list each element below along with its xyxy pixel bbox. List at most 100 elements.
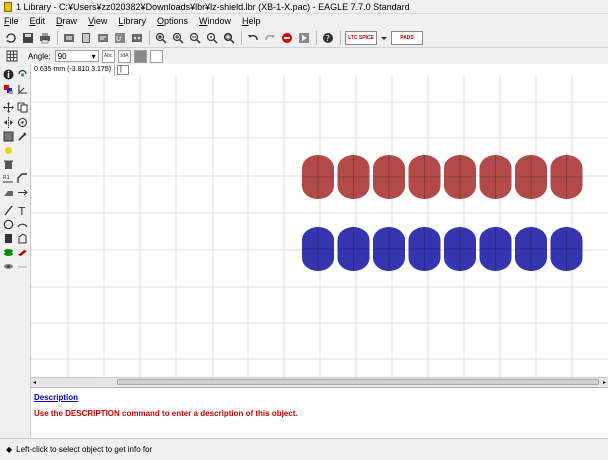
hole-icon[interactable] bbox=[2, 260, 15, 273]
scrollbar-thumb[interactable] bbox=[117, 379, 599, 385]
mirror-icon[interactable] bbox=[2, 116, 15, 129]
copy-icon[interactable] bbox=[16, 101, 29, 114]
zoom-fit-icon[interactable] bbox=[154, 31, 168, 45]
bottom-pad[interactable] bbox=[302, 227, 334, 271]
smd-pad-shape-button[interactable] bbox=[133, 49, 147, 63]
grid-icon[interactable] bbox=[5, 49, 19, 63]
svg-text:R1: R1 bbox=[3, 175, 10, 181]
bottom-pad[interactable] bbox=[444, 227, 476, 271]
svg-text:T: T bbox=[18, 205, 26, 216]
angle-value: 90 bbox=[57, 51, 67, 61]
menu-window[interactable]: Window bbox=[199, 16, 231, 26]
menu-view[interactable]: View bbox=[88, 16, 107, 26]
mark-icon[interactable] bbox=[16, 83, 29, 96]
info-icon[interactable] bbox=[2, 68, 15, 81]
zoom-in-icon[interactable] bbox=[171, 31, 185, 45]
smd-icon[interactable] bbox=[16, 246, 29, 259]
cam-processor-icon[interactable] bbox=[62, 31, 76, 45]
drawing-canvas[interactable] bbox=[31, 76, 608, 377]
arc-icon[interactable] bbox=[16, 218, 29, 231]
horizontal-scrollbar[interactable]: ◂ ▸ bbox=[31, 377, 608, 386]
redo-icon[interactable] bbox=[263, 31, 277, 45]
library-book-icon[interactable] bbox=[79, 31, 93, 45]
top-pad[interactable] bbox=[408, 155, 441, 199]
bottom-pad[interactable] bbox=[373, 227, 405, 271]
help-icon[interactable]: ? bbox=[321, 31, 335, 45]
package-editor-svg[interactable] bbox=[31, 76, 608, 377]
zoom-select-icon[interactable] bbox=[222, 31, 236, 45]
print-icon[interactable] bbox=[38, 31, 52, 45]
bottom-pad[interactable] bbox=[337, 227, 370, 271]
bottom-pad[interactable] bbox=[515, 227, 547, 271]
group-icon[interactable] bbox=[2, 130, 15, 143]
zoom-redraw-icon[interactable] bbox=[205, 31, 219, 45]
bottom-pad[interactable] bbox=[550, 227, 583, 271]
mirror-text-button[interactable]: ɔdA bbox=[117, 49, 131, 63]
drill-icon[interactable] bbox=[16, 260, 29, 273]
ltspice-button[interactable]: LTC SPICE bbox=[345, 31, 377, 45]
circle-icon[interactable] bbox=[2, 218, 15, 231]
script-icon[interactable] bbox=[96, 31, 110, 45]
angle-label: Angle: bbox=[28, 51, 51, 61]
rectangle-icon[interactable] bbox=[2, 232, 15, 245]
angle-select[interactable]: 90 ▾ bbox=[54, 50, 99, 62]
top-pad[interactable] bbox=[373, 155, 405, 199]
svg-text:?: ? bbox=[326, 34, 330, 43]
description-hint-text: Use the DESCRIPTION command to enter a d… bbox=[34, 409, 298, 418]
menu-edit[interactable]: Edit bbox=[30, 16, 46, 26]
go-icon[interactable] bbox=[297, 31, 311, 45]
menu-help[interactable]: Help bbox=[242, 16, 261, 26]
change-icon[interactable] bbox=[16, 130, 29, 143]
open-icon[interactable] bbox=[4, 31, 18, 45]
top-pad[interactable] bbox=[479, 155, 512, 199]
top-pad[interactable] bbox=[550, 155, 583, 199]
top-pad[interactable] bbox=[444, 155, 476, 199]
ulp-icon[interactable]: U bbox=[113, 31, 127, 45]
miter-icon[interactable] bbox=[16, 172, 29, 185]
menu-draw[interactable]: Draw bbox=[56, 16, 77, 26]
stop-icon[interactable] bbox=[280, 31, 294, 45]
status-message: Left-click to select object to get info … bbox=[16, 445, 153, 454]
scroll-left-icon[interactable]: ◂ bbox=[33, 379, 36, 386]
pad-icon[interactable] bbox=[2, 246, 15, 259]
undo-icon[interactable] bbox=[246, 31, 260, 45]
pads-button[interactable]: PADS bbox=[391, 31, 423, 45]
description-panel: Description Use the DESCRIPTION command … bbox=[31, 387, 608, 438]
menu-library[interactable]: Library bbox=[118, 16, 146, 26]
coordinate-bar: 0.635 mm (-3.810 3.175) | bbox=[31, 64, 608, 76]
command-line-input[interactable]: | bbox=[117, 65, 130, 75]
wire-icon[interactable] bbox=[2, 204, 15, 217]
board-icon[interactable] bbox=[130, 31, 144, 45]
name-icon[interactable]: R1 bbox=[2, 172, 15, 185]
parameter-toolbar: Angle: 90 ▾ Abc ɔdA bbox=[0, 48, 608, 64]
split-icon[interactable] bbox=[2, 186, 15, 199]
coordinate-readout: 0.635 mm (-3.810 3.175) bbox=[31, 64, 116, 76]
top-pad[interactable] bbox=[302, 155, 334, 199]
toolbar-divider bbox=[340, 31, 341, 45]
menu-options[interactable]: Options bbox=[157, 16, 188, 26]
ltspice-dropdown-icon[interactable] bbox=[380, 31, 388, 45]
polygon-icon[interactable] bbox=[16, 232, 29, 245]
save-icon[interactable] bbox=[21, 31, 35, 45]
move-icon[interactable] bbox=[2, 101, 15, 114]
svg-text:U: U bbox=[116, 35, 121, 43]
delete-icon[interactable] bbox=[2, 158, 15, 171]
text-icon[interactable]: T bbox=[16, 204, 29, 217]
optimize-icon[interactable] bbox=[16, 186, 29, 199]
pad-shape-button[interactable] bbox=[149, 49, 163, 63]
toolbar-divider bbox=[241, 31, 242, 45]
rotate-icon[interactable] bbox=[16, 116, 29, 129]
paste-icon[interactable] bbox=[2, 144, 15, 157]
top-pad[interactable] bbox=[337, 155, 370, 199]
top-pad[interactable] bbox=[515, 155, 547, 199]
menu-file[interactable]: File bbox=[4, 16, 19, 26]
scroll-right-icon[interactable]: ▸ bbox=[603, 379, 606, 386]
description-link[interactable]: Description bbox=[34, 393, 605, 402]
status-diamond-icon: ◆ bbox=[6, 445, 13, 454]
bottom-pad[interactable] bbox=[408, 227, 441, 271]
display-layers-icon[interactable] bbox=[2, 83, 15, 96]
bottom-pad[interactable] bbox=[479, 227, 512, 271]
text-orientation-button[interactable]: Abc bbox=[101, 49, 115, 63]
zoom-out-icon[interactable] bbox=[188, 31, 202, 45]
show-icon[interactable] bbox=[16, 68, 29, 81]
